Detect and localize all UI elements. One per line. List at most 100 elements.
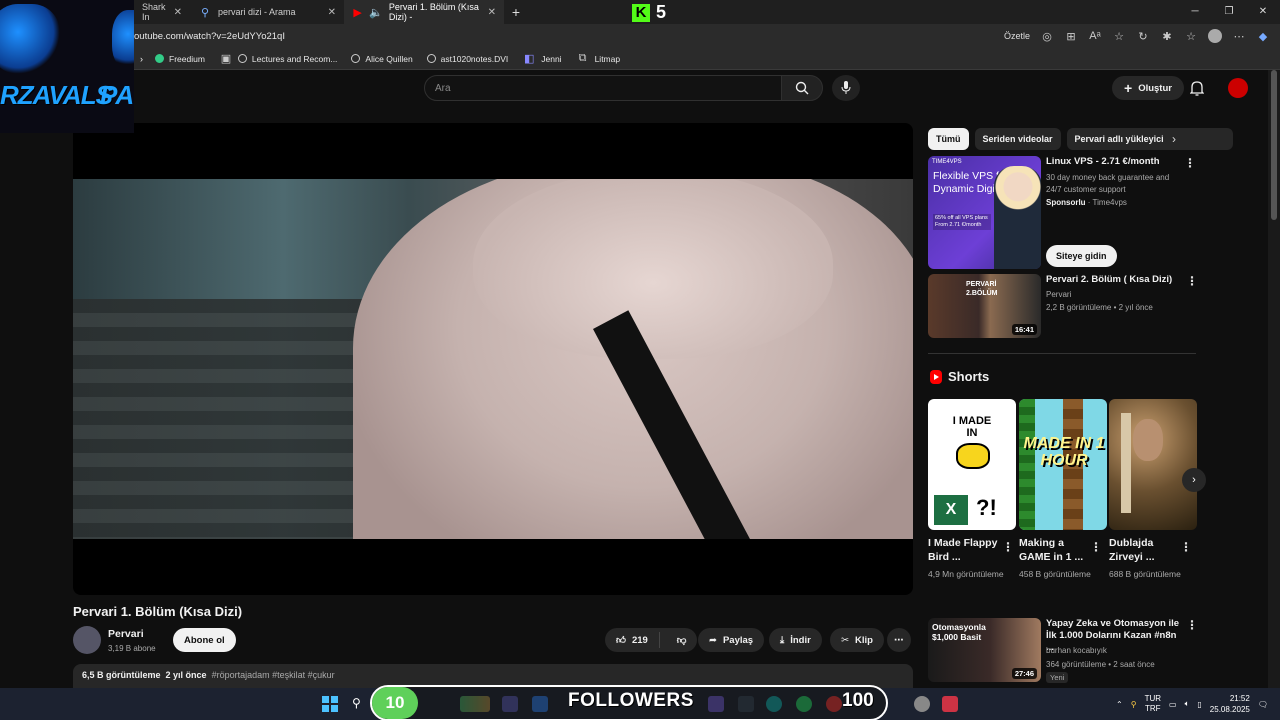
close-tab-icon[interactable]: ✕ [488, 7, 496, 18]
rec-menu-icon[interactable]: ⋮ [1186, 618, 1198, 632]
ad-thumbnail[interactable]: TIME4VPS Flexible VPS for a Dynamic Digi… [928, 156, 1041, 269]
bookmark-jenni[interactable]: ◧ Jenni [522, 52, 562, 66]
clock[interactable]: 21:52 25.08.2025 [1210, 693, 1250, 715]
ad-menu-icon[interactable]: ⋮ [1184, 156, 1196, 170]
short-thumbnail[interactable] [1109, 399, 1197, 530]
create-button[interactable]: + Oluştur [1112, 76, 1184, 100]
app-icon[interactable] [942, 696, 958, 712]
chevron-up-icon[interactable]: ⌃ [1116, 700, 1123, 709]
short-title[interactable]: Dublajda Zirveyi ... [1109, 536, 1183, 564]
rec-title[interactable]: Pervari 2. Bölüm ( Kısa Dizi) [1046, 274, 1172, 285]
close-tab-icon[interactable]: ✕ [174, 7, 182, 18]
account-avatar[interactable] [1228, 78, 1248, 98]
more-icon[interactable]: ⋯ [1232, 29, 1246, 43]
display-icon[interactable]: ▭ [1169, 700, 1177, 709]
refresh-icon[interactable]: ↻ [1136, 29, 1150, 43]
minimize-icon[interactable]: ─ [1178, 0, 1212, 24]
new-tab-button[interactable]: + [504, 0, 528, 24]
windows-start-icon[interactable] [322, 696, 338, 712]
voice-search-button[interactable] [832, 75, 860, 101]
close-window-icon[interactable]: ✕ [1246, 0, 1280, 24]
chip-series[interactable]: Seriden videolar [974, 128, 1061, 150]
clip-button[interactable]: ✂ Klip [830, 628, 884, 652]
short-title[interactable]: Making a GAME in 1 ... [1019, 536, 1093, 564]
share-button[interactable]: ➦ Paylaş [698, 628, 765, 652]
visit-site-button[interactable]: Siteye gidin [1046, 245, 1117, 267]
more-actions-button[interactable]: ⋯ [887, 628, 911, 652]
like-button[interactable]: 👍︎ 219 [605, 632, 660, 648]
shorts-next-button[interactable]: › [1182, 468, 1206, 492]
tab-label: Shark In [142, 2, 166, 22]
rec-thumbnail[interactable]: PERVARİ 2.BÖLÜM 16:41 [928, 274, 1041, 338]
bookmarks-chevron-icon[interactable]: › [140, 54, 143, 64]
jenni-icon: ◧ [524, 53, 535, 65]
bookmark-alice[interactable]: Alice Quillen [351, 54, 413, 64]
url-field[interactable]: outube.com/watch?v=2eUdYYo21qI [134, 31, 285, 42]
ad-title[interactable]: Linux VPS - 2.71 €/month [1046, 156, 1176, 167]
rec-duration: 16:41 [1011, 324, 1037, 335]
scrollbar-thumb[interactable] [1271, 70, 1277, 220]
notification-icon[interactable]: 🗨︎ [1258, 700, 1268, 709]
reader-icon[interactable]: Aᵃ [1088, 29, 1102, 43]
bookmark-lectures[interactable]: ▣ Lectures and Recom... [219, 52, 338, 66]
rec-channel[interactable]: Pervari [1046, 290, 1071, 299]
rec-thumbnail[interactable]: Otomasyonla $1,000 Basit 27:46 [928, 618, 1041, 682]
tab-search[interactable]: ⚲ pervari dizi - Arama ✕ [190, 0, 344, 24]
bookmark-litmap[interactable]: ⧉ Litmap [576, 52, 620, 66]
location-icon[interactable]: ⚲ [1131, 700, 1137, 709]
search-icon[interactable]: ⚲ [352, 696, 368, 712]
notifications-button[interactable] [1189, 80, 1205, 101]
language-indicator[interactable]: TUR TRF [1145, 694, 1161, 714]
short-thumbnail[interactable]: MADE IN 1 HOUR [1019, 399, 1107, 530]
tab-youtube[interactable]: ▶ 🔈 Pervari 1. Bölüm (Kısa Dizi) - ✕ [344, 0, 504, 24]
copilot-logo-icon[interactable]: ◆ [1256, 29, 1270, 43]
short-menu-icon[interactable]: ⋮ [1002, 540, 1014, 554]
summarize-button[interactable]: Özetle [1004, 31, 1030, 41]
bookmark-freedium[interactable]: Freedium [155, 54, 205, 64]
question-icon: ?! [976, 495, 997, 520]
upload-age: 2 yıl önce [165, 670, 207, 680]
settings-icon[interactable] [914, 696, 930, 712]
maximize-icon[interactable]: ❐ [1212, 0, 1246, 24]
profile-avatar[interactable] [1208, 29, 1222, 43]
hood-scene [473, 179, 833, 359]
speaker-icon[interactable]: 🔈 [369, 5, 383, 19]
channel-avatar[interactable] [73, 626, 101, 654]
video-player[interactable] [73, 123, 913, 595]
search-button[interactable] [781, 75, 823, 101]
face-scene [1133, 419, 1163, 461]
kick-logo-icon: K [632, 3, 650, 22]
bookmark-label: Lectures and Recom... [251, 53, 338, 64]
rec-channel[interactable]: burhan kocabıyık [1046, 646, 1107, 655]
download-button[interactable]: ⤓ İndir [769, 628, 822, 652]
apps-icon[interactable]: ⊞ [1064, 29, 1078, 43]
dislike-button[interactable]: 👎︎ [666, 634, 698, 646]
tab-shark[interactable]: Shark In ✕ [134, 0, 190, 24]
channel-name[interactable]: Pervari [108, 628, 144, 640]
copilot-icon[interactable]: ◎ [1040, 29, 1054, 43]
hashtags[interactable]: #röportajadam #teşkilat #çukur [212, 670, 335, 680]
rec-menu-icon[interactable]: ⋮ [1186, 274, 1198, 288]
window-controls: ─ ❐ ✕ [1178, 0, 1280, 24]
search-input[interactable]: Ara [424, 75, 782, 101]
extensions-icon[interactable]: ✱ [1160, 29, 1174, 43]
bookmark-ast1020[interactable]: ast1020notes.DVI [426, 54, 508, 64]
page-scrollbar[interactable] [1268, 70, 1280, 688]
star-icon[interactable]: ☆ [1112, 29, 1126, 43]
chip-all[interactable]: Tümü [928, 128, 969, 150]
favorites-icon[interactable]: ☆ [1184, 29, 1198, 43]
short-title[interactable]: I Made Flappy Bird ... [928, 536, 1002, 564]
new-badge: Yeni [1046, 672, 1069, 683]
short-thumbnail[interactable]: I MADE IN X ?! [928, 399, 1016, 530]
subscribe-button[interactable]: Abone ol [173, 628, 236, 652]
close-tab-icon[interactable]: ✕ [328, 7, 336, 18]
tab-label: Pervari 1. Bölüm (Kısa Dizi) - [388, 2, 479, 22]
short-menu-icon[interactable]: ⋮ [1090, 540, 1102, 554]
chip-uploader[interactable]: Pervari adlı yükleyici [1066, 128, 1233, 150]
chevron-right-icon[interactable]: › [1172, 132, 1176, 146]
battery-icon[interactable]: ▯ [1197, 700, 1201, 709]
kick-count: 5 [656, 2, 667, 22]
volume-icon[interactable]: 🔈︎ [1185, 699, 1190, 709]
ad-price-tag: 65% off all VPS plans From 2.71 €/month [933, 214, 991, 230]
short-menu-icon[interactable]: ⋮ [1180, 540, 1192, 554]
